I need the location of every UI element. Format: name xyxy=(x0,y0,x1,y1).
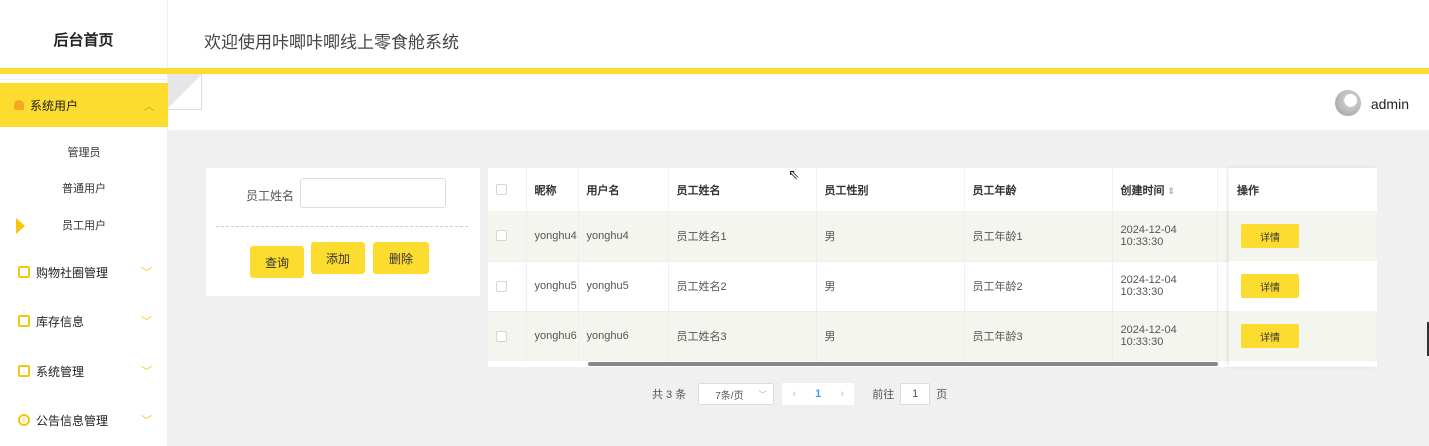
chevron-down-icon: ﹀ xyxy=(141,267,152,279)
column-header-username: 用户名 xyxy=(578,168,669,211)
cell-created-time: 2024-12-04 10:33:30 xyxy=(1112,211,1218,261)
actions-column-header: 操作 xyxy=(1237,184,1259,197)
prev-page-button[interactable]: ‹ xyxy=(782,383,807,405)
cell-gender: 男 xyxy=(816,260,965,312)
detail-button[interactable]: 详情 xyxy=(1241,324,1299,348)
app: 后台首页 系统用户 ︿ 管理员 普通用户 员工用户 购物社圈管理 ﹀ 库存信息 … xyxy=(0,0,1429,446)
goto-unit: 页 xyxy=(936,389,948,401)
search-panel: 员工姓名 查询 添加 删除 xyxy=(206,168,480,296)
sidebar-item-label: 系统管理 xyxy=(36,364,85,379)
sidebar-item-label: 库存信息 xyxy=(36,314,85,329)
column-header-age: 员工年龄 xyxy=(964,168,1113,211)
sidebar-item-system-management[interactable]: 系统管理 ﹀ xyxy=(0,351,168,391)
chevron-up-icon: ︿ xyxy=(144,101,154,113)
row-checkbox[interactable] xyxy=(496,280,507,292)
goto-page-input[interactable]: 1 xyxy=(900,383,931,405)
submenu-item-normal-user[interactable]: 普通用户 xyxy=(0,173,168,203)
avatar[interactable] xyxy=(1335,90,1361,116)
cell-employee-name: 员工姓名1 xyxy=(668,211,817,261)
cell-nickname: yonghu6 xyxy=(526,311,579,361)
page-size-select[interactable]: 7条/页 ﹀ xyxy=(698,383,775,405)
chevron-down-icon: ﹀ xyxy=(141,316,152,328)
collapse-toggle-icon[interactable] xyxy=(168,74,202,110)
add-button[interactable]: 添加 xyxy=(311,242,365,274)
column-header-created-time[interactable]: 创建时间 ⇕ xyxy=(1112,168,1218,211)
cell-age: 员工年龄3 xyxy=(964,311,1113,361)
total-count: 共 3 条 xyxy=(652,389,687,401)
cell-created-time: 2024-12-04 10:33:30 xyxy=(1112,260,1218,312)
detail-button[interactable]: 详情 xyxy=(1241,274,1299,298)
cell-gender: 男 xyxy=(816,211,965,261)
cell-employee-name: 员工姓名2 xyxy=(668,260,817,312)
cell-employee-name: 员工姓名3 xyxy=(668,311,817,361)
employee-name-input[interactable] xyxy=(300,178,446,208)
column-header-gender: 员工性别 xyxy=(816,168,965,211)
column-header-nickname: 昵称 xyxy=(526,168,579,211)
sidebar: 后台首页 系统用户 ︿ 管理员 普通用户 员工用户 购物社圈管理 ﹀ 库存信息 … xyxy=(0,0,168,446)
sidebar-item-label: 系统用户 xyxy=(30,98,79,113)
sidebar-item-system-users[interactable]: 系统用户 ︿ xyxy=(0,83,168,127)
chevron-down-icon: ﹀ xyxy=(758,389,768,400)
chevron-down-icon: ﹀ xyxy=(141,366,152,378)
cell-created-time: 2024-12-04 10:33:30 xyxy=(1112,311,1218,361)
square-icon xyxy=(18,315,30,327)
row-checkbox[interactable] xyxy=(496,330,507,342)
sidebar-item-announcements[interactable]: ! 公告信息管理 ﹀ xyxy=(0,400,168,440)
select-all-checkbox[interactable] xyxy=(496,184,507,195)
username[interactable]: admin xyxy=(1371,96,1409,112)
image-icon xyxy=(18,365,30,377)
page-title: 欢迎使用咔唧咔唧线上零食舱系统 xyxy=(204,33,459,52)
header: 欢迎使用咔唧咔唧线上零食舱系统 xyxy=(168,0,1429,70)
cell-nickname: yonghu4 xyxy=(526,211,579,261)
divider xyxy=(216,226,468,227)
cell-nickname: yonghu5 xyxy=(526,260,579,312)
cell-age: 员工年龄1 xyxy=(964,211,1113,261)
delete-button[interactable]: 删除 xyxy=(373,242,429,274)
info-icon: ! xyxy=(18,414,30,426)
cell-username: yonghu4 xyxy=(578,211,669,261)
topbar: admin xyxy=(168,74,1429,130)
cell-username: yonghu6 xyxy=(578,311,669,361)
cell-gender: 男 xyxy=(816,311,965,361)
detail-button[interactable]: 详情 xyxy=(1241,224,1299,248)
user-icon xyxy=(14,100,24,110)
sidebar-item-shopping-circle[interactable]: 购物社圈管理 ﹀ xyxy=(0,252,168,292)
mouse-cursor-icon: ⇖ xyxy=(788,166,800,182)
goto-label: 前往 xyxy=(872,389,895,401)
cell-username: yonghu5 xyxy=(578,260,669,312)
horizontal-scrollbar[interactable] xyxy=(588,362,1218,366)
query-button[interactable]: 查询 xyxy=(250,246,304,278)
row-checkbox[interactable] xyxy=(496,230,507,242)
sidebar-item-inventory[interactable]: 库存信息 ﹀ xyxy=(0,301,168,341)
submenu-item-employee-user[interactable]: 员工用户 xyxy=(0,210,168,240)
actions-column: 操作 详情 详情 详情 xyxy=(1229,168,1377,367)
employee-name-label: 员工姓名 xyxy=(246,189,295,203)
next-page-button[interactable]: › xyxy=(830,383,855,405)
square-icon xyxy=(18,266,30,278)
chevron-down-icon: ﹀ xyxy=(141,415,152,427)
submenu-item-admin[interactable]: 管理员 xyxy=(0,137,168,167)
page-number[interactable]: 1 xyxy=(806,383,831,405)
sidebar-item-label: 购物社圈管理 xyxy=(36,265,109,280)
sidebar-item-label: 公告信息管理 xyxy=(36,413,109,428)
sort-icon[interactable]: ⇕ xyxy=(1168,186,1176,196)
cell-age: 员工年龄2 xyxy=(964,260,1113,312)
pagination: 共 3 条 7条/页 ﹀ ‹ 1 › 前往 1 页 xyxy=(652,382,947,406)
